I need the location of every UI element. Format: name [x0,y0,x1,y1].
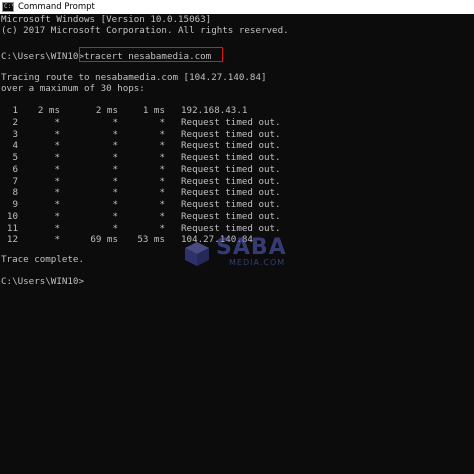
hop-t3: * [159,140,165,152]
hop-row: 3 * * * Request timed out. [0,129,474,140]
hop-row: 7 * * * Request timed out. [0,176,474,187]
hop-t1: * [54,210,60,222]
hop-row: 5 * * * Request timed out. [0,152,474,163]
hop-t3: * [159,128,165,140]
hop-t2: * [112,128,118,140]
hop-t2: * [112,199,118,210]
hop-t2: * [112,175,118,187]
hop-t1: * [54,234,60,246]
hop-num: 7 [12,175,18,187]
hop-t2: * [112,152,118,163]
hop-num: 11 [6,222,18,234]
hop-t3: * [159,222,165,234]
hop-t2: 2 ms [95,105,118,116]
tracing-line: Tracing route to nesabamedia.com [104.27… [1,72,267,83]
hop-t3: * [159,175,165,187]
hop-host: Request timed out. [181,128,281,140]
command-prompt-window: C:\ Command Prompt Microsoft Windows [Ve… [0,0,474,474]
hop-row: 9 * * * Request timed out. [0,199,474,210]
hop-t2: 69 ms [90,234,118,246]
hop-host: Request timed out. [181,116,281,128]
final-prompt[interactable]: C:\Users\WIN10> [1,276,84,287]
hop-host: 192.168.43.1 [181,105,248,116]
hop-host: Request timed out. [181,210,281,222]
hop-t1: * [54,199,60,210]
hop-t2: * [112,187,118,199]
hop-t1: * [54,128,60,140]
copyright-line: (c) 2017 Microsoft Corporation. All righ… [1,25,289,36]
hop-t3: * [159,152,165,163]
hop-host: Request timed out. [181,222,281,234]
hop-t1: * [54,175,60,187]
hop-t2: * [112,210,118,222]
title-bar[interactable]: C:\ Command Prompt [0,0,474,14]
hop-t2: * [112,163,118,175]
hop-num: 12 [6,234,18,246]
hop-t3: * [159,116,165,128]
console-output[interactable]: Microsoft Windows [Version 10.0.15063] (… [0,14,474,474]
hop-num: 6 [12,163,18,175]
hop-t3: * [159,199,165,210]
hop-t1: * [54,116,60,128]
hop-t3: * [159,187,165,199]
hop-t1: * [54,152,60,163]
hop-row: 11 * * * Request timed out. [0,223,474,234]
hop-t1: * [54,222,60,234]
hop-num: 1 [12,105,18,116]
hop-row: 10 * * * Request timed out. [0,211,474,222]
nesaba-watermark: SABA MEDIA.COM [183,234,313,274]
hop-host: Request timed out. [181,163,281,175]
prompt-text: C:\Users\WIN10> [1,51,84,62]
command-highlight-box [79,47,223,62]
hop-host: Request timed out. [181,199,281,210]
hop-t1: * [54,140,60,152]
hop-row: 4 * * * Request timed out. [0,140,474,151]
hop-t1: * [54,163,60,175]
version-line: Microsoft Windows [Version 10.0.15063] [1,14,212,25]
hop-t3: 1 ms [142,105,165,116]
hop-host: Request timed out. [181,175,281,187]
watermark-brand: SABA [216,235,287,260]
hop-t3: 53 ms [137,234,165,246]
hop-host: Request timed out. [181,140,281,152]
hop-num: 2 [12,116,18,128]
hop-t2: * [112,222,118,234]
hop-row: 1 2 ms 2 ms 1 ms 192.168.43.1 [0,105,474,116]
window-title: Command Prompt [18,2,95,12]
max-hops-line: over a maximum of 30 hops: [1,83,145,94]
hop-num: 10 [6,210,18,222]
hop-num: 4 [12,140,18,152]
hop-t3: * [159,163,165,175]
cube-logo-icon [185,242,209,266]
cmd-icon: C:\ [2,2,14,12]
hop-row: 8 * * * Request timed out. [0,187,474,198]
hop-num: 3 [12,128,18,140]
hop-t1: 2 ms [37,105,60,116]
hop-host: Request timed out. [181,152,281,163]
hop-t3: * [159,210,165,222]
hop-t2: * [112,140,118,152]
hop-num: 9 [12,199,18,210]
hop-t1: * [54,187,60,199]
watermark-sub: MEDIA.COM [229,258,286,267]
hop-row: 6 * * * Request timed out. [0,164,474,175]
hop-host: Request timed out. [181,187,281,199]
trace-complete-line: Trace complete. [1,254,84,265]
hop-row: 2 * * * Request timed out. [0,117,474,128]
hop-num: 5 [12,152,18,163]
hop-num: 8 [12,187,18,199]
hop-t2: * [112,116,118,128]
